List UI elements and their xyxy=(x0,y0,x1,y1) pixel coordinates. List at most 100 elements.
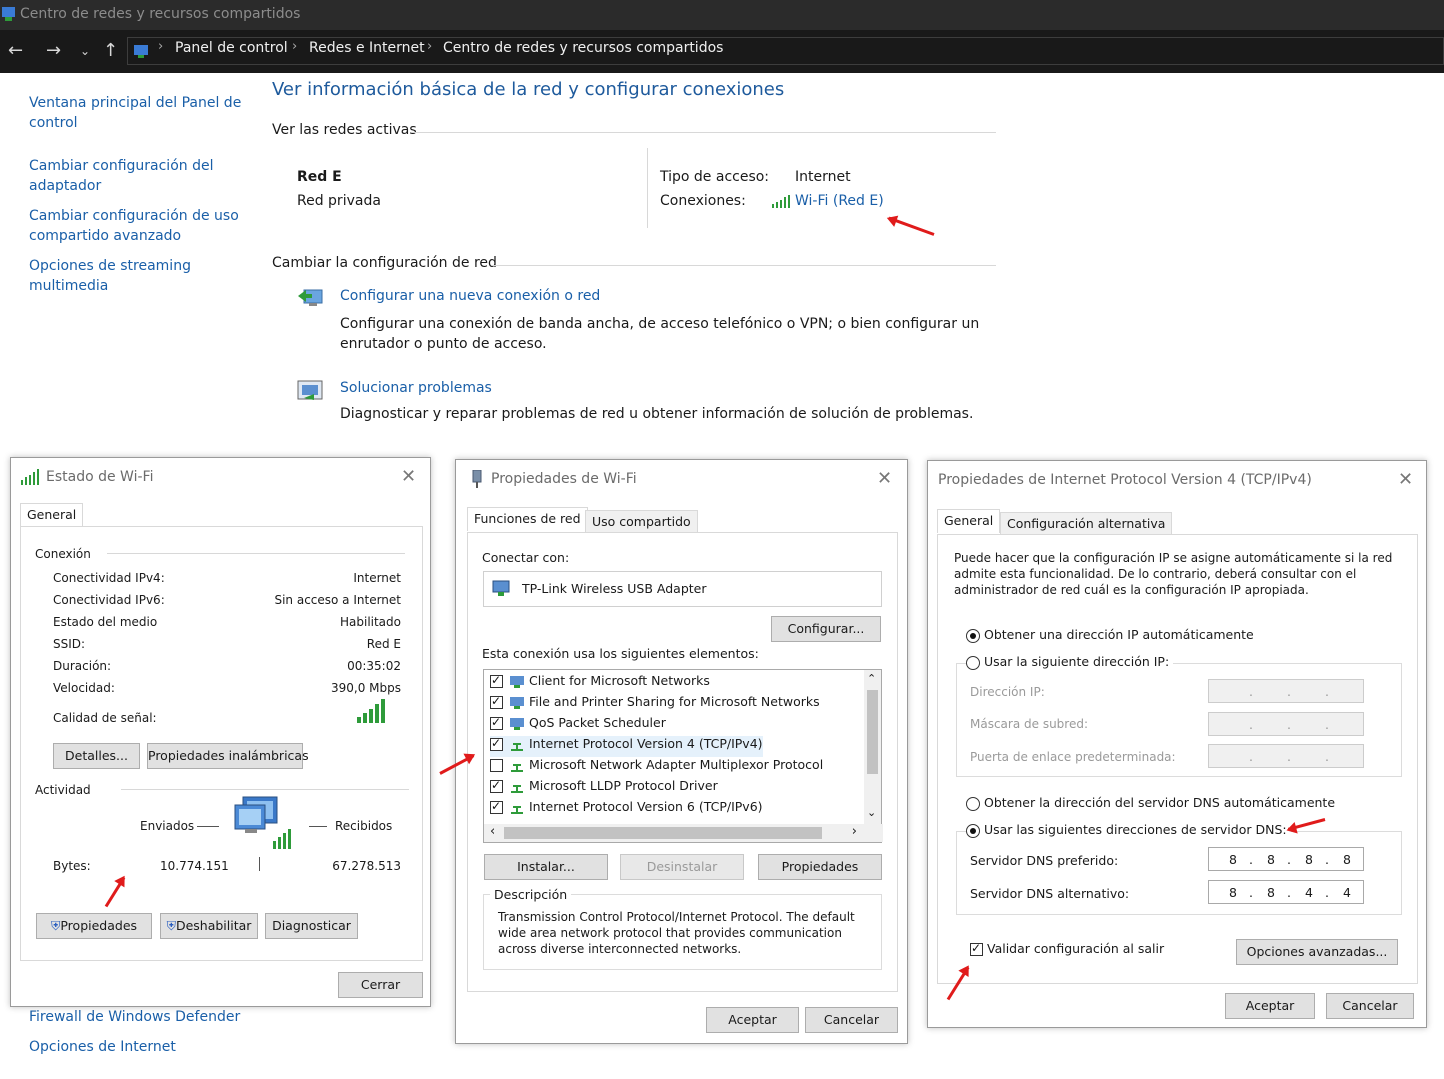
list-item[interactable]: Microsoft Network Adapter Multiplexor Pr… xyxy=(490,757,823,778)
wifi-connection-link[interactable]: Wi-Fi (Red E) xyxy=(795,193,884,209)
scroll-up-icon[interactable]: ⌃ xyxy=(867,672,876,685)
validate-option[interactable]: Validar configuración al salir xyxy=(970,941,1164,956)
bytes-label: Bytes: xyxy=(53,859,91,873)
disable-button[interactable]: ⛨Deshabilitar xyxy=(160,913,258,939)
auto-ip-radio[interactable] xyxy=(966,628,980,643)
component-checkbox[interactable] xyxy=(490,778,503,793)
access-type-label: Tipo de acceso: xyxy=(660,169,770,185)
troubleshoot-icon xyxy=(297,380,323,400)
description-group-label: Descripción xyxy=(490,887,572,902)
breadcrumb-separator-icon: › xyxy=(292,39,298,54)
component-label: Internet Protocol Version 6 (TCP/IPv6) xyxy=(529,799,763,814)
breadcrumb-item[interactable]: Panel de control xyxy=(175,40,288,56)
scroll-down-icon[interactable]: ⌄ xyxy=(867,806,876,819)
sidebar-item-streaming[interactable]: Opciones de streaming multimedia xyxy=(29,256,249,296)
wifi-properties-dialog: Propiedades de Wi-Fi ✕ Funciones de red … xyxy=(455,459,908,1044)
advanced-options-button[interactable]: Opciones avanzadas... xyxy=(1236,939,1398,965)
alternate-dns-field[interactable]: 8. 8. 4. 4 xyxy=(1208,880,1364,904)
validate-checkbox[interactable] xyxy=(970,941,983,956)
component-checkbox[interactable] xyxy=(490,715,503,730)
component-checkbox[interactable] xyxy=(490,673,503,688)
network-type: Red privada xyxy=(297,193,381,209)
diagnose-button[interactable]: Diagnosticar xyxy=(265,913,358,939)
list-item-selected[interactable]: Internet Protocol Version 4 (TCP/IPv4) xyxy=(490,736,763,757)
received-label: Recibidos xyxy=(335,819,393,833)
manual-dns-radio[interactable] xyxy=(966,823,980,838)
cancel-button[interactable]: Cancelar xyxy=(805,1007,898,1033)
close-icon[interactable]: ✕ xyxy=(877,468,892,489)
configure-button[interactable]: Configurar... xyxy=(771,616,881,642)
setup-connection-link[interactable]: Configurar una nueva conexión o red xyxy=(340,288,600,304)
details-button[interactable]: Detalles... xyxy=(53,743,140,769)
sidebar-item-advanced-sharing[interactable]: Cambiar configuración de uso compartido … xyxy=(29,206,249,246)
auto-dns-option[interactable]: Obtener la dirección del servidor DNS au… xyxy=(966,795,1335,811)
ssid-label: SSID: xyxy=(53,637,86,651)
back-arrow-icon[interactable]: ← xyxy=(8,40,23,61)
sidebar-item-adapter-settings[interactable]: Cambiar configuración del adaptador xyxy=(29,156,249,196)
protocol-icon xyxy=(511,742,523,751)
cancel-button[interactable]: Cancelar xyxy=(1326,993,1414,1019)
component-checkbox[interactable] xyxy=(490,694,503,709)
tab-networking[interactable]: Funciones de red xyxy=(467,507,588,531)
scroll-right-icon[interactable]: › xyxy=(852,824,857,839)
manual-dns-option[interactable]: Usar las siguientes direcciones de servi… xyxy=(966,822,1291,838)
sidebar-item-control-panel-home[interactable]: Ventana principal del Panel de control xyxy=(29,93,249,133)
scroll-left-icon[interactable]: ‹ xyxy=(490,824,495,839)
troubleshoot-link[interactable]: Solucionar problemas xyxy=(340,380,492,396)
item-properties-button[interactable]: Propiedades xyxy=(758,854,882,880)
scrollbar-thumb[interactable] xyxy=(867,690,878,774)
close-icon[interactable]: ✕ xyxy=(1398,469,1413,490)
scrollbar-thumb[interactable] xyxy=(504,827,822,839)
close-button[interactable]: Cerrar xyxy=(338,972,423,998)
list-item[interactable]: Internet Protocol Version 6 (TCP/IPv6) xyxy=(490,799,763,820)
vertical-scrollbar[interactable]: ⌃ ⌄ xyxy=(864,670,881,824)
connection-group-label: Conexión xyxy=(35,547,91,561)
properties-button[interactable]: ⛨Propiedades xyxy=(36,913,152,939)
sidebar-item-internet-options[interactable]: Opciones de Internet xyxy=(29,1037,249,1057)
auto-ip-label: Obtener una dirección IP automáticamente xyxy=(983,627,1254,642)
auto-ip-option[interactable]: Obtener una dirección IP automáticamente xyxy=(966,627,1254,643)
preferred-dns-field[interactable]: 8. 8. 8. 8 xyxy=(1208,847,1364,871)
tab-general[interactable]: General xyxy=(937,509,1001,533)
list-item[interactable]: File and Printer Sharing for Microsoft N… xyxy=(490,694,820,715)
manual-ip-option[interactable]: Usar la siguiente dirección IP: xyxy=(966,654,1174,670)
tab-alternate-config[interactable]: Configuración alternativa xyxy=(1000,512,1173,534)
wireless-properties-button[interactable]: Propiedades inalámbricas xyxy=(147,743,309,769)
close-icon[interactable]: ✕ xyxy=(401,466,416,487)
auto-dns-radio[interactable] xyxy=(966,796,980,811)
list-item[interactable]: QoS Packet Scheduler xyxy=(490,715,666,736)
divider xyxy=(492,265,996,266)
divider xyxy=(309,826,327,827)
manual-ip-radio[interactable] xyxy=(966,655,980,670)
horizontal-scrollbar[interactable]: ‹ › xyxy=(484,824,883,842)
network-adapter-icon xyxy=(472,470,482,488)
preferred-dns-label: Servidor DNS preferido: xyxy=(970,853,1119,868)
up-arrow-icon[interactable]: ↑ xyxy=(103,40,118,61)
recent-chevron-down-icon[interactable]: ⌄ xyxy=(80,44,90,58)
list-item[interactable]: Microsoft LLDP Protocol Driver xyxy=(490,778,718,799)
tab-sharing[interactable]: Uso compartido xyxy=(585,510,698,532)
divider xyxy=(107,553,405,554)
breadcrumb-item[interactable]: Centro de redes y recursos compartidos xyxy=(443,40,723,56)
component-label: QoS Packet Scheduler xyxy=(529,715,666,730)
list-item[interactable]: Client for Microsoft Networks xyxy=(490,673,710,694)
ok-button[interactable]: Aceptar xyxy=(706,1007,799,1033)
bytes-received-value: 67.278.513 xyxy=(332,859,401,873)
properties-button-label: Propiedades xyxy=(60,918,138,933)
component-label: Client for Microsoft Networks xyxy=(529,673,710,688)
gateway-field: ... xyxy=(1208,744,1364,768)
dns-octet: 8 xyxy=(1229,885,1237,900)
ok-button[interactable]: Aceptar xyxy=(1225,993,1315,1019)
ipv6-connectivity-label: Conectividad IPv6: xyxy=(53,593,165,607)
component-checkbox[interactable] xyxy=(490,799,503,814)
components-list[interactable]: Client for Microsoft Networks File and P… xyxy=(483,669,883,843)
network-client-icon xyxy=(510,675,524,688)
component-checkbox[interactable] xyxy=(490,759,503,772)
component-checkbox[interactable] xyxy=(490,736,503,751)
tab-general[interactable]: General xyxy=(20,503,84,527)
component-label: Microsoft LLDP Protocol Driver xyxy=(529,778,718,793)
forward-arrow-icon[interactable]: → xyxy=(46,40,61,61)
sidebar-item-firewall[interactable]: Firewall de Windows Defender xyxy=(29,1007,249,1027)
install-button[interactable]: Instalar... xyxy=(484,854,608,880)
breadcrumb-item[interactable]: Redes e Internet xyxy=(309,40,425,56)
